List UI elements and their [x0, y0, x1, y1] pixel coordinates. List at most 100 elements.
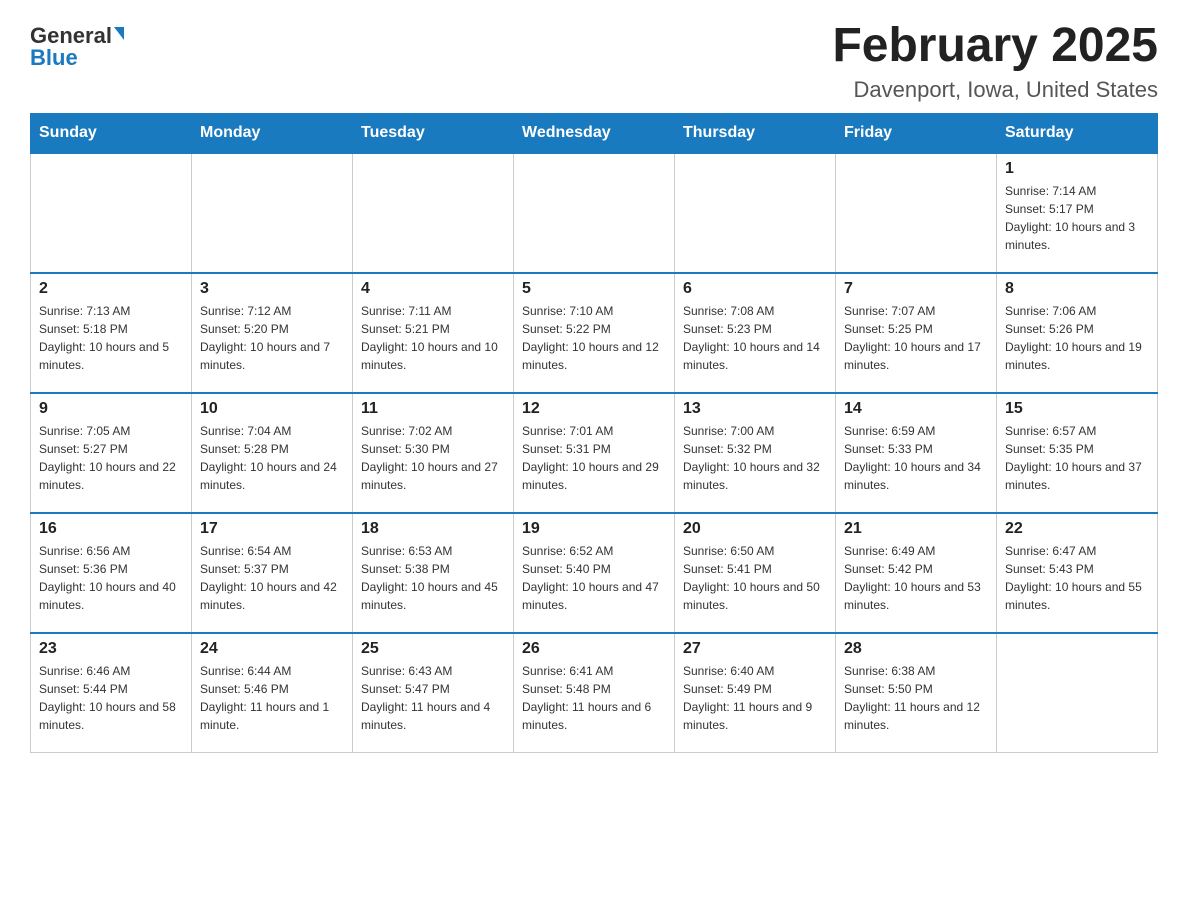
day-number: 13	[683, 400, 827, 418]
day-info: Sunrise: 6:40 AMSunset: 5:49 PMDaylight:…	[683, 662, 827, 734]
day-number: 8	[1005, 280, 1149, 298]
logo-general-text: General	[30, 25, 112, 47]
calendar-cell: 5 Sunrise: 7:10 AMSunset: 5:22 PMDaylight…	[514, 273, 675, 393]
day-number: 11	[361, 400, 505, 418]
location-text: Davenport, Iowa, United States	[832, 77, 1158, 103]
day-info: Sunrise: 7:01 AMSunset: 5:31 PMDaylight:…	[522, 422, 666, 494]
calendar-cell: 26 Sunrise: 6:41 AMSunset: 5:48 PMDayligh…	[514, 633, 675, 753]
calendar-cell: 12 Sunrise: 7:01 AMSunset: 5:31 PMDayligh…	[514, 393, 675, 513]
calendar-week-row: 16 Sunrise: 6:56 AMSunset: 5:36 PMDayligh…	[31, 513, 1158, 633]
calendar-cell: 11Sunrise: 7:02 AMSunset: 5:30 PMDayligh…	[353, 393, 514, 513]
day-number: 21	[844, 520, 988, 538]
calendar-week-row: 23 Sunrise: 6:46 AMSunset: 5:44 PMDayligh…	[31, 633, 1158, 753]
calendar-cell: 19 Sunrise: 6:52 AMSunset: 5:40 PMDayligh…	[514, 513, 675, 633]
calendar-header-sunday: Sunday	[31, 113, 192, 153]
calendar-cell: 7 Sunrise: 7:07 AMSunset: 5:25 PMDaylight…	[836, 273, 997, 393]
calendar-cell: 6 Sunrise: 7:08 AMSunset: 5:23 PMDaylight…	[675, 273, 836, 393]
day-info: Sunrise: 6:54 AMSunset: 5:37 PMDaylight:…	[200, 542, 344, 614]
day-number: 7	[844, 280, 988, 298]
calendar-cell: 8 Sunrise: 7:06 AMSunset: 5:26 PMDaylight…	[997, 273, 1158, 393]
day-info: Sunrise: 7:14 AMSunset: 5:17 PMDaylight:…	[1005, 182, 1149, 254]
day-info: Sunrise: 6:52 AMSunset: 5:40 PMDaylight:…	[522, 542, 666, 614]
calendar-cell: 1Sunrise: 7:14 AMSunset: 5:17 PMDaylight…	[997, 153, 1158, 273]
day-info: Sunrise: 6:53 AMSunset: 5:38 PMDaylight:…	[361, 542, 505, 614]
day-info: Sunrise: 7:07 AMSunset: 5:25 PMDaylight:…	[844, 302, 988, 374]
day-info: Sunrise: 6:57 AMSunset: 5:35 PMDaylight:…	[1005, 422, 1149, 494]
day-number: 24	[200, 640, 344, 658]
calendar-cell: 28 Sunrise: 6:38 AMSunset: 5:50 PMDayligh…	[836, 633, 997, 753]
calendar-header-saturday: Saturday	[997, 113, 1158, 153]
calendar-table: SundayMondayTuesdayWednesdayThursdayFrid…	[30, 113, 1158, 754]
calendar-header-tuesday: Tuesday	[353, 113, 514, 153]
day-info: Sunrise: 7:05 AMSunset: 5:27 PMDaylight:…	[39, 422, 183, 494]
calendar-week-row: 9 Sunrise: 7:05 AMSunset: 5:27 PMDaylight…	[31, 393, 1158, 513]
calendar-header-row: SundayMondayTuesdayWednesdayThursdayFrid…	[31, 113, 1158, 153]
calendar-cell: 3 Sunrise: 7:12 AMSunset: 5:20 PMDaylight…	[192, 273, 353, 393]
calendar-cell: 25 Sunrise: 6:43 AMSunset: 5:47 PMDayligh…	[353, 633, 514, 753]
day-info: Sunrise: 6:47 AMSunset: 5:43 PMDaylight:…	[1005, 542, 1149, 614]
day-info: Sunrise: 6:49 AMSunset: 5:42 PMDaylight:…	[844, 542, 988, 614]
day-info: Sunrise: 6:56 AMSunset: 5:36 PMDaylight:…	[39, 542, 183, 614]
calendar-header-wednesday: Wednesday	[514, 113, 675, 153]
day-number: 27	[683, 640, 827, 658]
calendar-cell: 27 Sunrise: 6:40 AMSunset: 5:49 PMDayligh…	[675, 633, 836, 753]
calendar-cell: 24 Sunrise: 6:44 AMSunset: 5:46 PMDayligh…	[192, 633, 353, 753]
calendar-header-friday: Friday	[836, 113, 997, 153]
day-info: Sunrise: 6:38 AMSunset: 5:50 PMDaylight:…	[844, 662, 988, 734]
day-number: 20	[683, 520, 827, 538]
day-number: 16	[39, 520, 183, 538]
day-number: 19	[522, 520, 666, 538]
calendar-cell: 15 Sunrise: 6:57 AMSunset: 5:35 PMDayligh…	[997, 393, 1158, 513]
day-number: 17	[200, 520, 344, 538]
day-info: Sunrise: 7:13 AMSunset: 5:18 PMDaylight:…	[39, 302, 183, 374]
calendar-cell	[836, 153, 997, 273]
day-info: Sunrise: 6:41 AMSunset: 5:48 PMDaylight:…	[522, 662, 666, 734]
day-number: 5	[522, 280, 666, 298]
day-number: 14	[844, 400, 988, 418]
day-number: 28	[844, 640, 988, 658]
day-number: 3	[200, 280, 344, 298]
month-title: February 2025	[832, 20, 1158, 73]
calendar-cell: 2Sunrise: 7:13 AMSunset: 5:18 PMDaylight…	[31, 273, 192, 393]
calendar-cell	[353, 153, 514, 273]
calendar-cell	[997, 633, 1158, 753]
calendar-header-monday: Monday	[192, 113, 353, 153]
day-number: 23	[39, 640, 183, 658]
day-number: 15	[1005, 400, 1149, 418]
day-number: 12	[522, 400, 666, 418]
day-number: 9	[39, 400, 183, 418]
day-info: Sunrise: 6:46 AMSunset: 5:44 PMDaylight:…	[39, 662, 183, 734]
calendar-cell: 9 Sunrise: 7:05 AMSunset: 5:27 PMDaylight…	[31, 393, 192, 513]
calendar-cell	[514, 153, 675, 273]
calendar-cell: 10 Sunrise: 7:04 AMSunset: 5:28 PMDayligh…	[192, 393, 353, 513]
calendar-cell: 22Sunrise: 6:47 AMSunset: 5:43 PMDayligh…	[997, 513, 1158, 633]
logo: General Blue	[30, 20, 124, 69]
day-info: Sunrise: 7:12 AMSunset: 5:20 PMDaylight:…	[200, 302, 344, 374]
day-info: Sunrise: 7:10 AMSunset: 5:22 PMDaylight:…	[522, 302, 666, 374]
calendar-cell: 16 Sunrise: 6:56 AMSunset: 5:36 PMDayligh…	[31, 513, 192, 633]
calendar-cell	[675, 153, 836, 273]
calendar-cell	[192, 153, 353, 273]
day-info: Sunrise: 7:08 AMSunset: 5:23 PMDaylight:…	[683, 302, 827, 374]
day-number: 26	[522, 640, 666, 658]
calendar-week-row: 1Sunrise: 7:14 AMSunset: 5:17 PMDaylight…	[31, 153, 1158, 273]
day-number: 25	[361, 640, 505, 658]
day-info: Sunrise: 7:04 AMSunset: 5:28 PMDaylight:…	[200, 422, 344, 494]
day-info: Sunrise: 6:44 AMSunset: 5:46 PMDaylight:…	[200, 662, 344, 734]
calendar-week-row: 2Sunrise: 7:13 AMSunset: 5:18 PMDaylight…	[31, 273, 1158, 393]
calendar-cell	[31, 153, 192, 273]
day-info: Sunrise: 6:59 AMSunset: 5:33 PMDaylight:…	[844, 422, 988, 494]
day-info: Sunrise: 7:06 AMSunset: 5:26 PMDaylight:…	[1005, 302, 1149, 374]
calendar-cell: 17 Sunrise: 6:54 AMSunset: 5:37 PMDayligh…	[192, 513, 353, 633]
day-info: Sunrise: 7:11 AMSunset: 5:21 PMDaylight:…	[361, 302, 505, 374]
day-number: 4	[361, 280, 505, 298]
day-number: 6	[683, 280, 827, 298]
day-info: Sunrise: 6:43 AMSunset: 5:47 PMDaylight:…	[361, 662, 505, 734]
day-info: Sunrise: 7:00 AMSunset: 5:32 PMDaylight:…	[683, 422, 827, 494]
calendar-header-thursday: Thursday	[675, 113, 836, 153]
page-header: General Blue February 2025 Davenport, Io…	[30, 20, 1158, 103]
logo-blue-text: Blue	[30, 47, 78, 69]
calendar-cell: 21 Sunrise: 6:49 AMSunset: 5:42 PMDayligh…	[836, 513, 997, 633]
title-section: February 2025 Davenport, Iowa, United St…	[832, 20, 1158, 103]
day-number: 10	[200, 400, 344, 418]
